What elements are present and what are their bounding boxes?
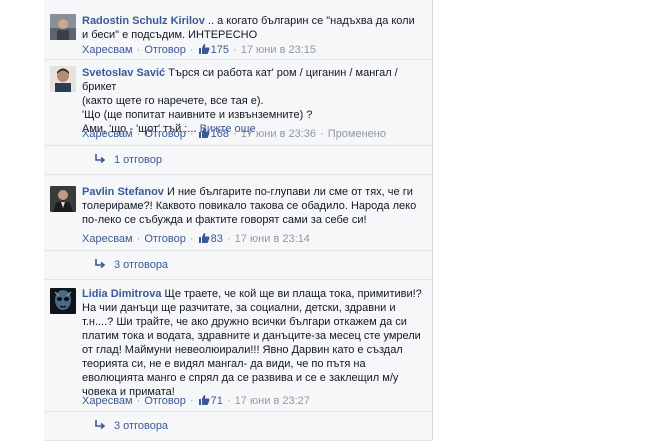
avatar[interactable] bbox=[50, 14, 76, 40]
like-count[interactable]: 83 bbox=[211, 233, 223, 245]
avatar[interactable] bbox=[50, 66, 76, 92]
reply-button[interactable]: Отговор bbox=[144, 44, 185, 56]
comment-text-line: (както щете го наречете, все тая е). bbox=[82, 95, 264, 107]
like-count[interactable]: 175 bbox=[211, 44, 229, 56]
thumbs-up-icon[interactable] bbox=[198, 232, 210, 244]
view-replies-link[interactable]: 1 отговор bbox=[94, 153, 162, 167]
timestamp[interactable]: 17 юни в 23:15 bbox=[241, 44, 316, 56]
timestamp[interactable]: 17 юни в 23:27 bbox=[235, 395, 310, 407]
like-button[interactable]: Харесвам bbox=[82, 44, 133, 56]
reply-button[interactable]: Отговор bbox=[144, 233, 185, 245]
comment-body: Radostin Schulz Kirilov .. а когато бълг… bbox=[82, 14, 422, 42]
comment-author[interactable]: Radostin Schulz Kirilov bbox=[82, 15, 205, 27]
comment: Lidia Dimitrova Ще траете, че кой ще ви … bbox=[44, 279, 432, 411]
replies-count[interactable]: 3 отговора bbox=[114, 420, 168, 432]
like-count[interactable]: 168 bbox=[211, 128, 229, 140]
comment: Svetoslav Savić Търся си работа кат' ром… bbox=[44, 60, 432, 146]
comment-author[interactable]: Svetoslav Savić bbox=[82, 67, 165, 79]
comment-text-line: 'Що (ще попитат наивните и извънземните)… bbox=[82, 109, 313, 121]
reply-button[interactable]: Отговор bbox=[144, 128, 185, 140]
comment-actions: Харесвам · Отговор · 168 · 17 юни в 23:3… bbox=[82, 127, 386, 140]
comment: Radostin Schulz Kirilov .. а когато бълг… bbox=[44, 0, 432, 60]
replies-row: 3 отговора bbox=[44, 250, 432, 280]
like-button[interactable]: Харесвам bbox=[82, 395, 133, 407]
like-button[interactable]: Харесвам bbox=[82, 128, 133, 140]
comment-body: Lidia Dimitrova Ще траете, че кой ще ви … bbox=[82, 287, 422, 399]
comment-author[interactable]: Pavlin Stefanov bbox=[82, 186, 164, 198]
comment-body: Pavlin Stefanov И ние българите по-глупа… bbox=[82, 185, 422, 227]
comment-body: Svetoslav Savić Търся си работа кат' ром… bbox=[82, 66, 422, 136]
comment: Pavlin Stefanov И ние българите по-глупа… bbox=[44, 174, 432, 250]
reply-arrow-icon bbox=[94, 420, 106, 430]
view-replies-link[interactable]: 3 отговора bbox=[94, 419, 168, 433]
like-button[interactable]: Харесвам bbox=[82, 233, 133, 245]
reply-arrow-icon bbox=[94, 154, 106, 164]
comment-actions: Харесвам · Отговор · 175 · 17 юни в 23:1… bbox=[82, 43, 316, 56]
timestamp[interactable]: 17 юни в 23:36 bbox=[241, 128, 316, 140]
replies-count[interactable]: 3 отговора bbox=[114, 259, 168, 271]
view-replies-link[interactable]: 3 отговора bbox=[94, 258, 168, 272]
reply-button[interactable]: Отговор bbox=[144, 395, 185, 407]
replies-count[interactable]: 1 отговор bbox=[114, 154, 162, 166]
thumbs-up-icon[interactable] bbox=[198, 127, 210, 139]
comment-actions: Харесвам · Отговор · 71 · 17 юни в 23:27 bbox=[82, 394, 310, 407]
comment-author[interactable]: Lidia Dimitrova bbox=[82, 288, 161, 300]
comment-feed: Radostin Schulz Kirilov .. а когато бълг… bbox=[44, 0, 433, 441]
thumbs-up-icon[interactable] bbox=[198, 394, 210, 406]
comment-actions: Харесвам · Отговор · 83 · 17 юни в 23:14 bbox=[82, 232, 310, 245]
reply-arrow-icon bbox=[94, 259, 106, 269]
replies-row: 3 отговора bbox=[44, 411, 432, 441]
avatar[interactable] bbox=[50, 186, 76, 212]
timestamp[interactable]: 17 юни в 23:14 bbox=[235, 233, 310, 245]
thumbs-up-icon[interactable] bbox=[198, 43, 210, 55]
avatar[interactable] bbox=[50, 288, 76, 314]
comment-text: Ще траете, че кой ще ви плаща тока, прим… bbox=[82, 288, 422, 398]
replies-row: 1 отговор bbox=[44, 145, 432, 175]
like-count[interactable]: 71 bbox=[211, 395, 223, 407]
edited-label[interactable]: Променено bbox=[328, 128, 386, 140]
